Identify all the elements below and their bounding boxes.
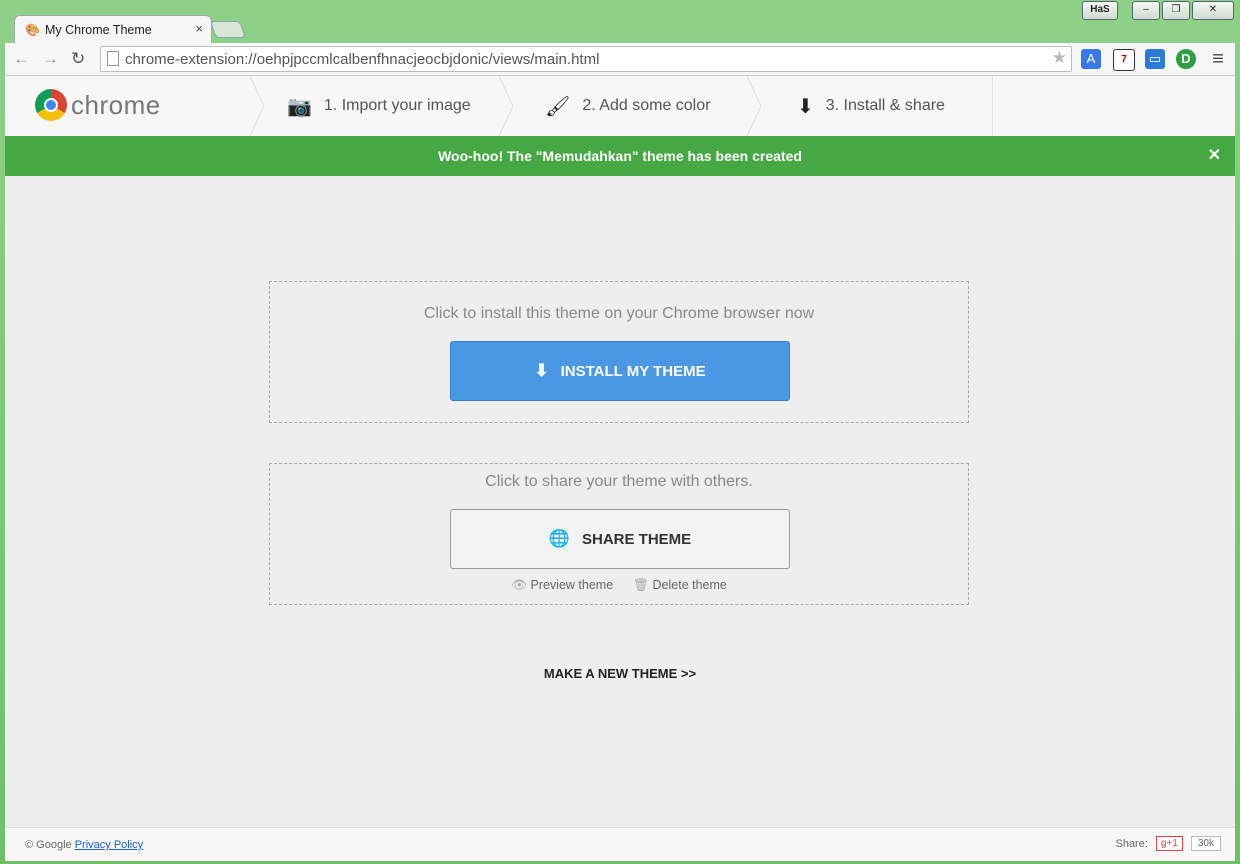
step-color[interactable]: 🖌 2. Add some color xyxy=(545,76,710,136)
make-new-theme-link[interactable]: MAKE A NEW THEME >> xyxy=(5,666,1235,681)
share-count: 30k xyxy=(1190,836,1221,851)
page-content: chrome 📷 1. Import your image 🖌 2. Add s… xyxy=(5,75,1235,861)
step-separator xyxy=(745,75,765,137)
camera-icon: 📷 xyxy=(287,95,312,118)
step-install[interactable]: ⬇ 3. Install & share xyxy=(797,76,945,136)
install-text: Click to install this theme on your Chro… xyxy=(423,305,815,322)
trash-icon: 🗑 xyxy=(633,578,650,592)
install-button-label: INSTALL MY THEME xyxy=(560,362,706,380)
notice-close-icon[interactable]: ✕ xyxy=(1208,136,1221,176)
notice-text: Woo-hoo! The "Memudahkan" theme has been… xyxy=(438,148,802,164)
window-extension-icon[interactable]: ▭ xyxy=(1145,49,1165,69)
bookmark-star-icon[interactable]: ★ xyxy=(1052,48,1067,68)
browser-toolbar: ← → ↻ chrome-extension://oehpjpccmlcalbe… xyxy=(5,43,1235,76)
step-import[interactable]: 📷 1. Import your image xyxy=(287,76,471,136)
share-box: Click to share your theme with others. 🌐… xyxy=(269,463,969,605)
translate-extension-icon[interactable]: A xyxy=(1081,49,1101,69)
preview-label: Preview theme xyxy=(530,578,614,592)
privacy-policy-link[interactable]: Privacy Policy xyxy=(75,839,143,851)
logo-text: chrome xyxy=(71,89,161,120)
share-label: Share: xyxy=(1115,837,1148,850)
step-color-label: 2. Add some color xyxy=(582,97,711,114)
step-install-label: 3. Install & share xyxy=(825,97,945,114)
delete-label: Delete theme xyxy=(652,578,727,592)
header-divider xyxy=(992,76,993,136)
reload-button[interactable]: ↻ xyxy=(71,49,85,69)
tab-close-icon[interactable]: × xyxy=(195,21,203,36)
share-theme-button[interactable]: 🌐 SHARE THEME xyxy=(450,509,790,569)
address-bar[interactable]: chrome-extension://oehpjpccmlcalbenfhnac… xyxy=(100,46,1072,72)
share-widget: Share: g+1 30k xyxy=(1115,836,1221,851)
step-import-label: 1. Import your image xyxy=(323,97,471,114)
paintbrush-icon: 🖌 xyxy=(545,95,571,118)
window-controls: HaS – ❐ ✕ xyxy=(1082,1,1234,20)
calendar-extension-icon[interactable]: 7 xyxy=(1113,49,1135,71)
page-header: chrome 📷 1. Import your image 🖌 2. Add s… xyxy=(5,75,1235,137)
chrome-logo-icon xyxy=(35,89,67,121)
new-tab-button[interactable] xyxy=(209,21,247,38)
install-box: Click to install this theme on your Chro… xyxy=(269,281,969,423)
step-separator xyxy=(248,75,268,137)
page-icon xyxy=(107,51,119,66)
share-button-label: SHARE THEME xyxy=(581,530,692,548)
share-text: Click to share your theme with others. xyxy=(485,473,753,490)
step-separator xyxy=(497,75,517,137)
page-footer: © Google Privacy Policy Share: g+1 30k xyxy=(5,827,1235,861)
globe-icon: 🌐 xyxy=(548,529,570,548)
success-notice: Woo-hoo! The "Memudahkan" theme has been… xyxy=(5,136,1235,176)
forward-button[interactable]: → xyxy=(42,49,59,69)
download-box-icon: ⬇ xyxy=(797,95,814,118)
palette-icon: 🎨 xyxy=(25,23,40,37)
browser-tab[interactable]: 🎨 My Chrome Theme × xyxy=(14,15,212,44)
chrome-logo[interactable]: chrome xyxy=(35,89,161,121)
download-folder-icon: ⬇ xyxy=(534,361,549,380)
theme-actions: 👁 Preview theme 🗑 Delete theme xyxy=(270,578,968,593)
delete-theme-link[interactable]: 🗑 Delete theme xyxy=(633,578,727,593)
footer-left: © Google Privacy Policy xyxy=(25,839,143,851)
menu-icon[interactable]: ≡ xyxy=(1208,49,1228,69)
restore-button[interactable]: ❐ xyxy=(1162,1,1190,20)
eye-icon: 👁 xyxy=(511,578,527,592)
back-button[interactable]: ← xyxy=(13,49,30,69)
tab-title: My Chrome Theme xyxy=(45,23,152,37)
install-theme-button[interactable]: ⬇ INSTALL MY THEME xyxy=(450,341,790,401)
browser-window: 🎨 My Chrome Theme × HaS – ❐ ✕ ← → ↻ chro… xyxy=(0,0,1240,864)
d-extension-icon[interactable]: D xyxy=(1176,49,1196,69)
minimize-button[interactable]: – xyxy=(1132,1,1160,20)
has-button[interactable]: HaS xyxy=(1082,1,1118,20)
copyright: © Google xyxy=(25,839,72,851)
preview-theme-link[interactable]: 👁 Preview theme xyxy=(511,578,613,593)
close-window-button[interactable]: ✕ xyxy=(1192,1,1234,20)
url-text[interactable]: chrome-extension://oehpjpccmlcalbenfhnac… xyxy=(125,51,599,68)
gplus-button[interactable]: g+1 xyxy=(1155,836,1183,851)
